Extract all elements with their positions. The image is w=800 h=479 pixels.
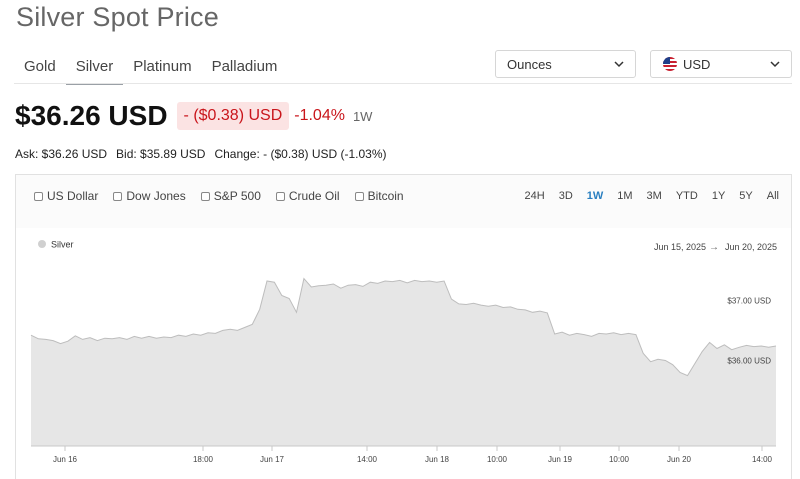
x-tick-label: Jun 16 [53,455,78,464]
range-1m[interactable]: 1M [617,190,632,202]
bid-price: Bid: $35.89 USD [116,147,206,161]
compare-label: US Dollar [47,189,99,203]
x-tick-label: 18:00 [193,455,214,464]
checkbox-icon[interactable] [275,191,285,201]
range-3d[interactable]: 3D [559,190,573,202]
compare-crude-oil[interactable]: Crude Oil [275,189,340,203]
legend-silver: Silver [51,240,74,250]
compare-label: Crude Oil [288,189,340,203]
compare-dow-jones[interactable]: Dow Jones [113,189,186,203]
current-price: $36.26 USD [15,100,168,131]
price-chart[interactable]: Silver Jun 15, 2025 → Jun 20, 2025 $37.0… [16,228,791,479]
range-all[interactable]: All [767,190,779,202]
range-1y[interactable]: 1Y [712,190,725,202]
us-flag-icon [663,57,677,71]
y-tick-label: $37.00 USD [727,296,771,305]
units-select-value: Ounces [507,56,552,72]
currency-select-value: USD [683,56,711,72]
page-title: Silver Spot Price [16,2,219,32]
units-select[interactable]: Ounces [495,50,636,78]
range-1w[interactable]: 1W [587,190,604,202]
price-change-percent: -1.04% [294,107,345,124]
quote-details: Ask: $36.26 USD Bid: $35.89 USD Change: … [15,147,387,161]
checkbox-icon[interactable] [34,191,43,201]
tab-palladium[interactable]: Palladium [202,53,288,85]
x-tick-label: 14:00 [752,455,773,464]
silver-area [31,278,776,446]
price-row: $36.26 USD - ($0.38) USD -1.04% 1W [15,100,372,132]
x-tick-label: Jun 20 [667,455,692,464]
compare-us-dollar[interactable]: US Dollar [34,189,98,203]
chart-area: Silver Jun 15, 2025 → Jun 20, 2025 $37.0… [16,228,791,479]
metal-tabs: Gold Silver Platinum Palladium [14,53,287,85]
y-tick-label: $36.00 USD [727,357,771,366]
price-change-badge: - ($0.38) USD [176,102,290,130]
period-label: 1W [352,108,373,124]
compare-bitcoin[interactable]: Bitcoin [354,189,404,203]
compare-label: Dow Jones [126,189,186,203]
range-3m[interactable]: 3M [647,190,662,202]
currency-select[interactable]: USD [650,50,792,78]
chart-card: US Dollar Dow Jones S&P 500 Crude Oil Bi… [15,174,792,479]
range-24h[interactable]: 24H [525,190,545,202]
range-ytd[interactable]: YTD [676,190,698,202]
x-tick-label: 10:00 [609,455,630,464]
change-summary: Change: - ($0.38) USD (-1.03%) [214,147,387,161]
tab-platinum[interactable]: Platinum [123,53,201,85]
date-range-end: Jun 20, 2025 [725,242,777,252]
x-tick-label: Jun 19 [548,455,573,464]
checkbox-icon[interactable] [113,191,123,201]
checkbox-icon[interactable] [354,191,364,201]
compare-label: S&P 500 [213,189,261,203]
x-tick-label: Jun 17 [260,455,285,464]
tab-silver[interactable]: Silver [65,53,124,85]
tab-gold[interactable]: Gold [14,53,66,85]
chevron-down-icon [770,61,780,68]
x-tick-label: 14:00 [357,455,378,464]
tabs-divider [14,83,792,84]
compare-options: US Dollar Dow Jones S&P 500 Crude Oil Bi… [34,189,419,203]
range-5y[interactable]: 5Y [739,190,752,202]
checkbox-icon[interactable] [200,191,210,201]
x-tick-label: 10:00 [487,455,508,464]
ask-price: Ask: $36.26 USD [15,147,108,161]
compare-label: Bitcoin [367,189,404,203]
chevron-down-icon [614,61,624,68]
date-range-start: Jun 15, 2025 [654,242,706,252]
arrow-right-icon: → [709,242,719,253]
x-tick-label: Jun 18 [425,455,450,464]
compare-sp-500[interactable]: S&P 500 [200,189,261,203]
legend-marker [38,240,46,248]
range-selector: 24H 3D 1W 1M 3M YTD 1Y 5Y All [511,190,779,202]
